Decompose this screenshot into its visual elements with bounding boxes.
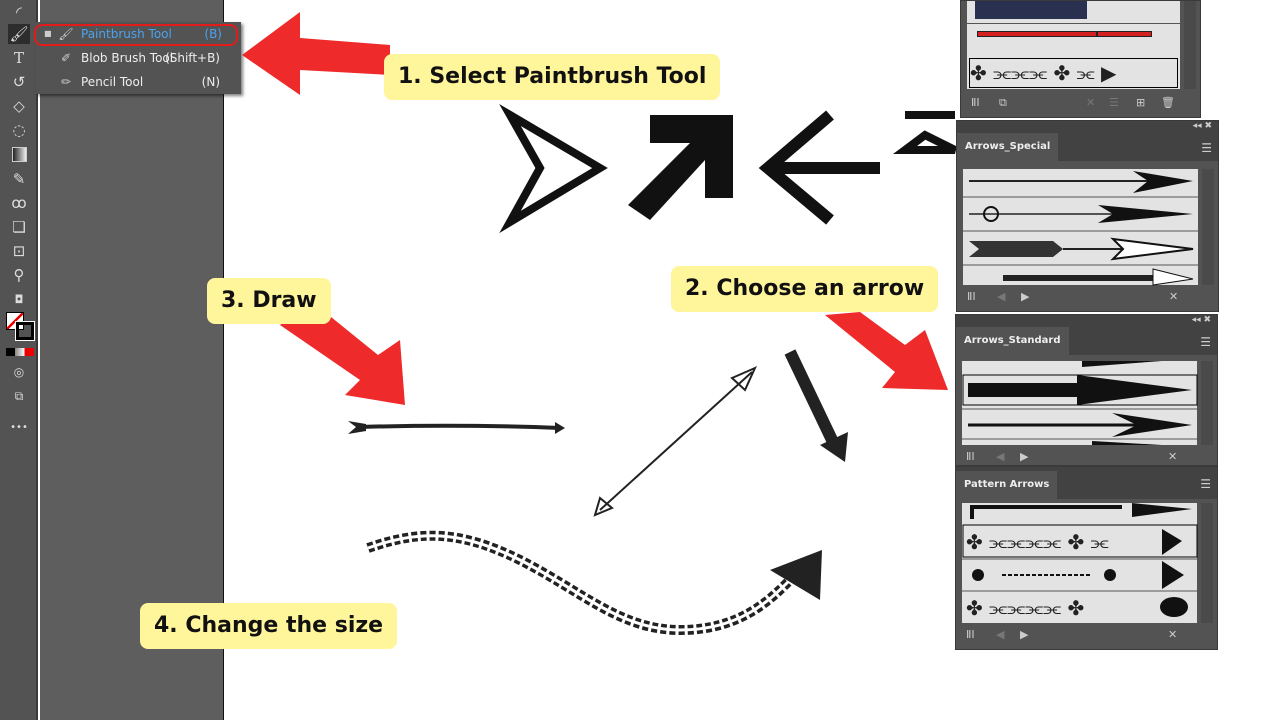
panel-footer: ⅡⅠ ⧉ ✕ ☰ ⊞ 🗑	[961, 93, 1200, 115]
previous-library-icon[interactable]: ◀	[996, 450, 1004, 463]
scrollbar[interactable]	[1201, 503, 1213, 623]
arrow-brush-list[interactable]	[962, 361, 1198, 445]
brush-libraries-icon[interactable]: ⅡⅠ	[967, 290, 976, 303]
arrow-brush-2	[969, 205, 1193, 223]
new-brush-icon[interactable]: ⊞	[1136, 96, 1145, 109]
drawn-arrow-thick	[784, 349, 838, 443]
red-arrow-2	[825, 312, 948, 390]
arrow-brush-list[interactable]	[963, 169, 1199, 286]
pattern-arrows-panel: Pattern Arrows ☰ ✤ ⫘⫘⫘⫘ ✤ ⫘ ✤ ⫘⫘⫘⫘ ✤ ⅡⅠ …	[955, 466, 1218, 650]
arrow-brush-4	[1003, 268, 1194, 286]
next-library-icon[interactable]: ▶	[1020, 628, 1028, 641]
delete-brush-icon[interactable]: 🗑	[1161, 96, 1175, 109]
tab-pattern-arrows[interactable]: Pattern Arrows	[956, 471, 1058, 499]
panel-footer: ⅡⅠ ◀ ▶ ✕	[957, 287, 1218, 309]
svg-text:✤ ⫘⫘⫘⫘ ✤ ⫘: ✤ ⫘⫘⫘⫘ ✤ ⫘	[966, 530, 1109, 554]
sample-arrow-outline	[499, 103, 608, 234]
libraries-icon[interactable]: ⧉	[999, 96, 1007, 110]
previous-library-icon[interactable]: ◀	[996, 628, 1004, 641]
tab-arrows-standard[interactable]: Arrows_Standard	[956, 327, 1069, 355]
options-icon[interactable]: ☰	[1109, 96, 1119, 109]
scrollbar[interactable]	[1184, 1, 1196, 89]
brush-list[interactable]: ✤ ⫘⫘⫘ ✤ ⫘ ▶	[967, 1, 1180, 89]
drawn-arrow-diagonal	[599, 371, 753, 511]
panel-menu-icon[interactable]: ☰	[1201, 141, 1212, 155]
svg-text:✤ ⫘⫘⫘⫘ ✤: ✤ ⫘⫘⫘⫘ ✤	[966, 596, 1084, 620]
remove-stroke-icon[interactable]: ✕	[1169, 290, 1178, 303]
sample-arrow-bold	[628, 115, 733, 220]
previous-library-icon[interactable]: ◀	[997, 290, 1005, 303]
panel-footer: ⅡⅠ ◀ ▶ ✕	[956, 625, 1217, 647]
panel-menu-icon[interactable]: ☰	[1200, 477, 1211, 491]
next-library-icon[interactable]: ▶	[1020, 450, 1028, 463]
callout-step-2: 2. Choose an arrow	[671, 266, 939, 312]
callout-step-3: 3. Draw	[207, 278, 331, 324]
red-arrow-1	[242, 12, 390, 95]
callout-step-1: 1. Select Paintbrush Tool	[384, 54, 721, 100]
arrows-standard-panel: ◂◂ ✖ Arrows_Standard ☰ ⅡⅠ ◀ ▶ ✕	[955, 314, 1218, 466]
remove-stroke-icon[interactable]: ✕	[1086, 96, 1095, 109]
collapse-close-icons[interactable]: ◂◂ ✖	[1192, 315, 1211, 325]
remove-stroke-icon[interactable]: ✕	[1168, 628, 1177, 641]
pattern-brush-selected[interactable]: ✤ ⫘⫘⫘ ✤ ⫘ ▶	[969, 58, 1178, 88]
drawn-arrow-straight	[359, 423, 561, 430]
remove-stroke-icon[interactable]: ✕	[1168, 450, 1177, 463]
pattern-brush-list[interactable]: ✤ ⫘⫘⫘⫘ ✤ ⫘ ✤ ⫘⫘⫘⫘ ✤	[962, 503, 1198, 623]
drawn-arrow-pattern	[366, 530, 794, 636]
arrows-special-panel: ◂◂ ✖ Arrows_Special ☰ ⅡⅠ ◀ ▶ ✕	[956, 120, 1219, 312]
brush-libraries-icon[interactable]: ⅡⅠ	[966, 450, 975, 463]
arrow-brush-3	[969, 237, 1194, 261]
brush-libraries-icon[interactable]: ⅡⅠ	[966, 628, 975, 641]
callout-step-4: 4. Change the size	[140, 603, 398, 649]
brush-libraries-icon[interactable]: ⅡⅠ	[971, 96, 980, 109]
next-library-icon[interactable]: ▶	[1021, 290, 1029, 303]
tab-arrows-special[interactable]: Arrows_Special	[957, 133, 1059, 161]
denim-brush[interactable]	[975, 1, 1087, 19]
sample-arrow-left	[758, 110, 880, 225]
collapse-close-icons[interactable]: ◂◂ ✖	[1193, 121, 1212, 131]
brushes-panel: ✤ ⫘⫘⫘ ✤ ⫘ ▶ ⅡⅠ ⧉ ✕ ☰ ⊞ 🗑	[960, 0, 1201, 118]
scrollbar[interactable]	[1202, 169, 1214, 285]
arrow-brush-1	[969, 171, 1193, 193]
scrollbar[interactable]	[1201, 361, 1213, 445]
panel-menu-icon[interactable]: ☰	[1200, 335, 1211, 349]
sample-arrow-cut	[893, 111, 957, 154]
red-arrow-brush[interactable]	[977, 31, 1097, 37]
